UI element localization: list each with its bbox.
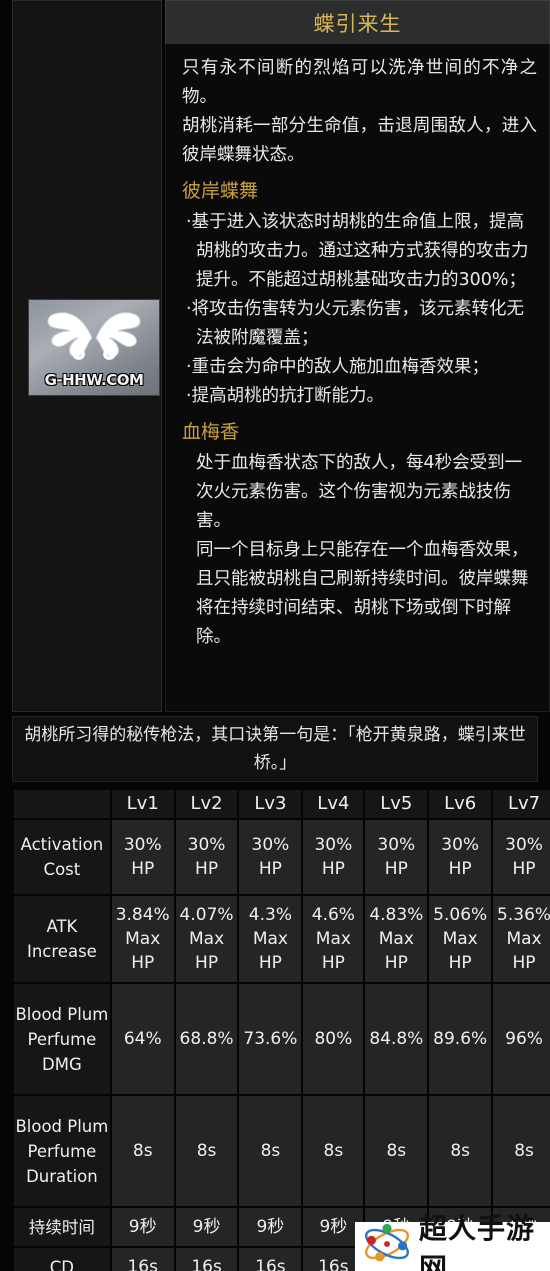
cell-blood-plum-duration-lv1: 8s [111,1096,174,1206]
column-header-lv6: Lv6 [429,790,492,818]
cell-duration-cn-lv1: 9秒 [111,1208,174,1246]
cell-atk-increase-lv2: 4.07% Max HP [175,896,238,982]
cell-blood-plum-dmg-lv1: 64% [111,984,174,1094]
section-heading-bloodplum: 血梅香 [182,421,240,443]
cell-cd-lv3: 16s [239,1248,302,1271]
flavor-text: 胡桃所习得的秘传枪法，其口诀第一句是：「枪开黄泉路，蝶引来世桥。」 [24,725,526,773]
column-header-lv5: Lv5 [365,790,428,818]
skill-top-area: G-HHW.COM 蝶引来生 只有永不间断的烈焰可以洗净世间的不净之物。 胡桃消… [0,0,550,712]
bullet-item: ·将攻击伤害转为火元素伤害，该元素转化无法被附魔覆盖； [186,299,525,348]
row-label-duration-cn: 持续时间 [14,1208,110,1246]
skill-title: 蝶引来生 [313,11,402,36]
cell-atk-increase-lv3: 4.3% Max HP [239,896,302,982]
cell-cd-lv1: 16s [111,1248,174,1271]
row-label-activation-cost: Activation Cost [14,820,110,894]
butterfly-icon [42,308,146,368]
table-header: Lv1 Lv2 Lv3 Lv4 Lv5 Lv6 Lv7 [14,790,550,818]
bullet-item: ·提高胡桃的抗打断能力。 [186,386,385,406]
cell-blood-plum-dmg-lv2: 68.8% [175,984,238,1094]
column-header-lv4: Lv4 [303,790,364,818]
skill-description-body: 只有永不间断的烈焰可以洗净世间的不净之物。 胡桃消耗一部分生命值，击退周围敌人，… [165,44,550,712]
table-row: Activation Cost 30% HP 30% HP 30% HP 30%… [14,820,550,894]
cell-atk-increase-lv4: 4.6% Max HP [303,896,364,982]
cell-activation-cost-lv5: 30% HP [365,820,428,894]
section-bullets-butterfly: ·基于进入该状态时胡桃的生命值上限，提高胡桃的攻击力。通过这种方式获得的攻击力提… [182,208,537,411]
skill-icon[interactable]: G-HHW.COM [28,299,160,396]
skill-stats-table: Lv1 Lv2 Lv3 Lv4 Lv5 Lv6 Lv7 Activation C… [12,788,550,1271]
column-header-lv1: Lv1 [111,790,174,818]
section-heading-butterfly: 彼岸蝶舞 [182,180,259,202]
cell-activation-cost-lv1: 30% HP [111,820,174,894]
bullet-item: ·重击会为命中的敌人施加血梅香效果； [186,357,490,377]
section-paragraph: 同一个目标身上只能存在一个血梅香效果，且只能被胡桃自己刷新持续时间。彼岸蝶舞将在… [196,540,529,647]
cell-duration-cn-lv3: 9秒 [239,1208,302,1246]
bullet-item: ·基于进入该状态时胡桃的生命值上限，提高胡桃的攻击力。通过这种方式获得的攻击力提… [186,212,529,290]
cell-blood-plum-dmg-lv6: 89.6% [429,984,492,1094]
cell-blood-plum-duration-lv5: 8s [365,1096,428,1206]
cell-activation-cost-lv7: 30% HP [493,820,550,894]
cell-blood-plum-duration-lv6: 8s [429,1096,492,1206]
column-header-lv7: Lv7 [493,790,550,818]
cell-activation-cost-lv4: 30% HP [303,820,364,894]
row-label-atk-increase: ATK Increase [14,896,110,982]
cell-atk-increase-lv7: 5.36% Max HP [493,896,550,982]
skill-title-bar: 蝶引来生 [165,0,550,44]
cell-blood-plum-dmg-lv4: 80% [303,984,364,1094]
cell-activation-cost-lv2: 30% HP [175,820,238,894]
site-watermark: 超人手游网 [355,1212,550,1271]
column-header-lv3: Lv3 [239,790,302,818]
table-row: Blood Plum Perfume DMG 64% 68.8% 73.6% 8… [14,984,550,1094]
cell-blood-plum-duration-lv3: 8s [239,1096,302,1206]
cell-cd-lv2: 16s [175,1248,238,1271]
cell-blood-plum-duration-lv4: 8s [303,1096,364,1206]
table-header-row: Lv1 Lv2 Lv3 Lv4 Lv5 Lv6 Lv7 [14,790,550,818]
section-paragraph: 处于血梅香状态下的敌人，每4秒会受到一次火元素伤害。这个伤害视为元素战技伤害。 [196,453,523,531]
cell-blood-plum-dmg-lv7: 96% [493,984,550,1094]
table-corner-cell [14,790,110,818]
flavor-text-box: 胡桃所习得的秘传枪法，其口诀第一句是：「枪开黄泉路，蝶引来世桥。」 [12,716,538,782]
cell-activation-cost-lv3: 30% HP [239,820,302,894]
site-logo-icon [361,1222,413,1271]
row-label-blood-plum-duration: Blood Plum Perfume Duration [14,1096,110,1206]
skill-detail-screen: G-HHW.COM 蝶引来生 只有永不间断的烈焰可以洗净世间的不净之物。 胡桃消… [0,0,550,1271]
skill-description: 只有永不间断的烈焰可以洗净世间的不净之物。 胡桃消耗一部分生命值，击退周围敌人，… [182,58,537,165]
row-label-blood-plum-dmg: Blood Plum Perfume DMG [14,984,110,1094]
table-row: Blood Plum Perfume Duration 8s 8s 8s 8s … [14,1096,550,1206]
table-body: Activation Cost 30% HP 30% HP 30% HP 30%… [14,820,550,1271]
cell-atk-increase-lv6: 5.06% Max HP [429,896,492,982]
cell-blood-plum-duration-lv7: 8s [493,1096,550,1206]
cell-duration-cn-lv2: 9秒 [175,1208,238,1246]
cell-blood-plum-dmg-lv3: 73.6% [239,984,302,1094]
cell-atk-increase-lv5: 4.83% Max HP [365,896,428,982]
skill-icon-panel: G-HHW.COM [12,0,162,712]
column-header-lv2: Lv2 [175,790,238,818]
site-watermark-label: 超人手游网 [419,1211,536,1271]
cell-blood-plum-duration-lv2: 8s [175,1096,238,1206]
cell-atk-increase-lv1: 3.84% Max HP [111,896,174,982]
cell-activation-cost-lv6: 30% HP [429,820,492,894]
icon-watermark-label: G-HHW.COM [44,371,144,389]
cell-blood-plum-dmg-lv5: 84.8% [365,984,428,1094]
skill-detail-panel: 蝶引来生 只有永不间断的烈焰可以洗净世间的不净之物。 胡桃消耗一部分生命值，击退… [165,0,550,712]
row-label-cd: CD [14,1248,110,1271]
table-row: ATK Increase 3.84% Max HP 4.07% Max HP 4… [14,896,550,982]
